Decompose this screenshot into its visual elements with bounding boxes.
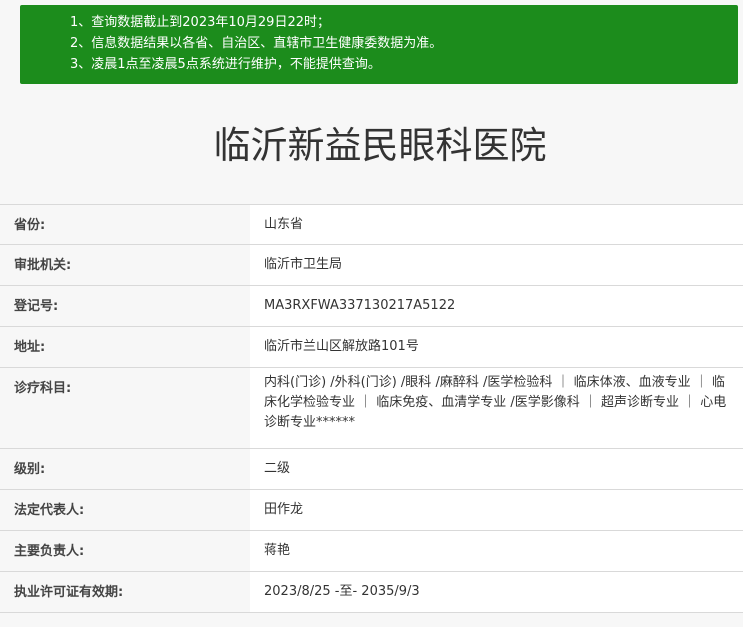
info-row-legal-representative: 法定代表人: 田作龙 [0,490,743,531]
notice-line: 1、查询数据截止到2023年10月29日22时； [70,15,330,30]
info-row-departments: 诊疗科目: 内科(门诊) /外科(门诊) /眼科 /麻醉科 /医学检验科 ｜ 临… [0,368,743,449]
row-label: 审批机关: [14,258,72,273]
info-row-province: 省份: 山东省 [0,204,743,245]
info-table: 省份: 山东省 审批机关: 临沂市卫生局 登记号: MA3RXFWA337130… [0,204,743,613]
row-value: 田作龙 [250,490,743,530]
row-label: 法定代表人: [14,503,85,518]
info-row-address: 地址: 临沂市兰山区解放路101号 [0,327,743,368]
info-row-license-validity: 执业许可证有效期: 2023/8/25 -至- 2035/9/3 [0,572,743,613]
row-label: 地址: [14,340,46,355]
row-value: 山东省 [250,205,743,244]
row-label: 执业许可证有效期: [14,585,124,600]
hospital-name: 临沂新益民眼科医院 [213,124,547,167]
row-value: 临沂市兰山区解放路101号 [250,327,743,367]
row-label: 诊疗科目: [14,381,72,396]
row-value: 二级 [250,449,743,489]
info-row-principal: 主要负责人: 蒋艳 [0,531,743,572]
info-row-approval-authority: 审批机关: 临沂市卫生局 [0,245,743,286]
row-label: 省份: [14,218,46,233]
notice-banner: 1、查询数据截止到2023年10月29日22时； 2、信息数据结果以各省、自治区… [20,5,738,84]
page: 1、查询数据截止到2023年10月29日22时； 2、信息数据结果以各省、自治区… [0,0,743,627]
notice-line: 3、凌晨1点至凌晨5点系统进行维护，不能提供查询。 [70,57,381,72]
row-label: 主要负责人: [14,544,85,559]
row-value: 内科(门诊) /外科(门诊) /眼科 /麻醉科 /医学检验科 ｜ 临床体液、血液… [250,368,743,448]
row-value: 2023/8/25 -至- 2035/9/3 [250,572,743,612]
row-value: MA3RXFWA337130217A5122 [250,286,743,326]
row-value: 临沂市卫生局 [250,245,743,285]
row-label: 登记号: [14,299,59,314]
notice-line: 2、信息数据结果以各省、自治区、直辖市卫生健康委数据为准。 [70,36,443,51]
row-value: 蒋艳 [250,531,743,571]
row-label: 级别: [14,462,46,477]
info-row-registration-number: 登记号: MA3RXFWA337130217A5122 [0,286,743,327]
info-row-level: 级别: 二级 [0,449,743,490]
